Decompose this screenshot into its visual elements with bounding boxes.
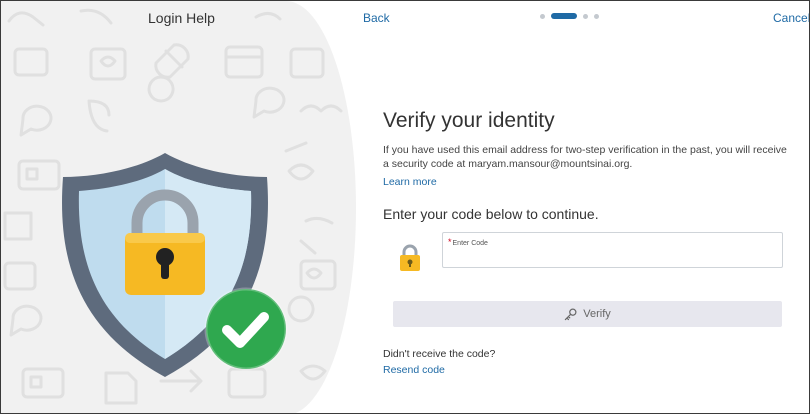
step-indicator	[540, 13, 599, 19]
code-label-text: Enter Code	[452, 240, 488, 247]
code-field-label: *Enter Code	[448, 237, 488, 247]
code-input[interactable]	[448, 247, 773, 265]
step-dot	[540, 13, 545, 19]
cancel-link[interactable]: Cancel	[773, 11, 809, 25]
step-dot	[583, 13, 588, 19]
step-dot-active	[551, 13, 577, 19]
resend-code-link[interactable]: Resend code	[383, 364, 445, 376]
login-help-window: Login Help Back Cancel Verify your ident…	[0, 0, 810, 414]
padlock-icon	[400, 244, 420, 271]
step-dot	[594, 13, 599, 19]
verify-button-label: Verify	[583, 308, 611, 320]
required-marker: *	[448, 237, 452, 247]
verification-description: If you have used this email address for …	[383, 144, 787, 170]
verify-button[interactable]: Verify	[393, 301, 782, 327]
no-code-text: Didn't receive the code?	[383, 348, 496, 360]
page-title: Verify your identity	[383, 109, 555, 132]
learn-more-link[interactable]: Learn more	[383, 176, 437, 188]
shield-lock-icon	[62, 153, 288, 377]
code-field[interactable]: *Enter Code	[442, 232, 783, 268]
login-help-title: Login Help	[148, 10, 215, 26]
illustration-panel: Login Help	[1, 1, 356, 413]
back-link[interactable]: Back	[363, 11, 390, 25]
code-instruction: Enter your code below to continue.	[383, 206, 599, 222]
key-icon	[565, 308, 577, 320]
